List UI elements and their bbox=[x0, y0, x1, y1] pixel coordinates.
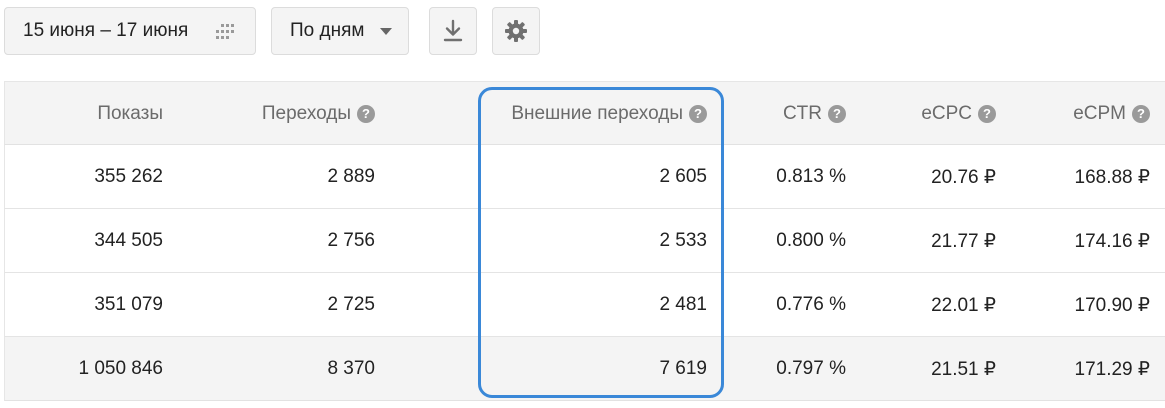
cell-impressions: 355 262 bbox=[94, 166, 163, 187]
cell-clicks: 2 889 bbox=[327, 166, 375, 187]
cell-clicks: 2 725 bbox=[327, 294, 375, 315]
grouping-select[interactable]: По дням bbox=[271, 7, 409, 55]
settings-button[interactable] bbox=[492, 7, 540, 55]
help-icon[interactable]: ? bbox=[1132, 105, 1150, 123]
cell-ecpc: 20.76 ₽ bbox=[931, 166, 996, 188]
download-button[interactable] bbox=[429, 7, 477, 55]
cell-ctr: 0.813 % bbox=[776, 166, 846, 187]
stats-table: Показы Переходы ? Внешние переходы ? CTR… bbox=[4, 81, 1165, 403]
cell-ecpm: 168.88 ₽ bbox=[1074, 166, 1150, 188]
grouping-label: По дням bbox=[290, 20, 365, 41]
table-row: 355 262 2 889 2 605 0.813 % 20.76 ₽ 168.… bbox=[4, 145, 1165, 209]
total-ecpc: 21.51 ₽ bbox=[931, 358, 996, 380]
table-total-row: 1 050 846 8 370 7 619 0.797 % 21.51 ₽ 17… bbox=[4, 337, 1165, 401]
cell-ctr: 0.776 % bbox=[776, 294, 846, 315]
column-header-ctr[interactable]: CTR ? bbox=[745, 82, 846, 146]
column-header-impressions[interactable]: Показы bbox=[5, 82, 163, 146]
total-external-clicks: 7 619 bbox=[659, 358, 707, 379]
cell-ecpm: 170.90 ₽ bbox=[1074, 294, 1150, 316]
chevron-down-icon bbox=[380, 28, 392, 35]
date-range-button[interactable]: 15 июня – 17 июня bbox=[4, 7, 256, 55]
cell-ctr: 0.800 % bbox=[776, 230, 846, 251]
total-ctr: 0.797 % bbox=[776, 358, 846, 379]
table-row: 344 505 2 756 2 533 0.800 % 21.77 ₽ 174.… bbox=[4, 209, 1165, 273]
cell-external-clicks: 2 605 bbox=[659, 166, 707, 187]
cell-clicks: 2 756 bbox=[327, 230, 375, 251]
column-header-external-clicks[interactable]: Внешние переходы ? bbox=[485, 82, 707, 146]
cell-external-clicks: 2 533 bbox=[659, 230, 707, 251]
cell-ecpc: 22.01 ₽ bbox=[931, 294, 996, 316]
table-header: Показы Переходы ? Внешние переходы ? CTR… bbox=[4, 81, 1165, 145]
column-header-ecpc[interactable]: eCPC ? bbox=[865, 82, 996, 146]
column-header-ecpm[interactable]: eCPM ? bbox=[1015, 82, 1150, 146]
help-icon[interactable]: ? bbox=[828, 105, 846, 123]
cell-impressions: 351 079 bbox=[94, 294, 163, 315]
help-icon[interactable]: ? bbox=[689, 105, 707, 123]
column-header-clicks[interactable]: Переходы ? bbox=[185, 82, 375, 146]
help-icon[interactable]: ? bbox=[978, 105, 996, 123]
total-clicks: 8 370 bbox=[327, 358, 375, 379]
date-range-label: 15 июня – 17 июня bbox=[23, 20, 189, 41]
gear-icon bbox=[505, 20, 527, 42]
cell-ecpc: 21.77 ₽ bbox=[931, 230, 996, 252]
cell-impressions: 344 505 bbox=[94, 230, 163, 251]
total-impressions: 1 050 846 bbox=[78, 358, 163, 379]
table-row: 351 079 2 725 2 481 0.776 % 22.01 ₽ 170.… bbox=[4, 273, 1165, 337]
cell-ecpm: 174.16 ₽ bbox=[1074, 230, 1150, 252]
help-icon[interactable]: ? bbox=[357, 105, 375, 123]
download-icon bbox=[443, 19, 463, 42]
calendar-grid-icon bbox=[216, 24, 234, 39]
total-ecpm: 171.29 ₽ bbox=[1074, 358, 1150, 380]
cell-external-clicks: 2 481 bbox=[659, 294, 707, 315]
